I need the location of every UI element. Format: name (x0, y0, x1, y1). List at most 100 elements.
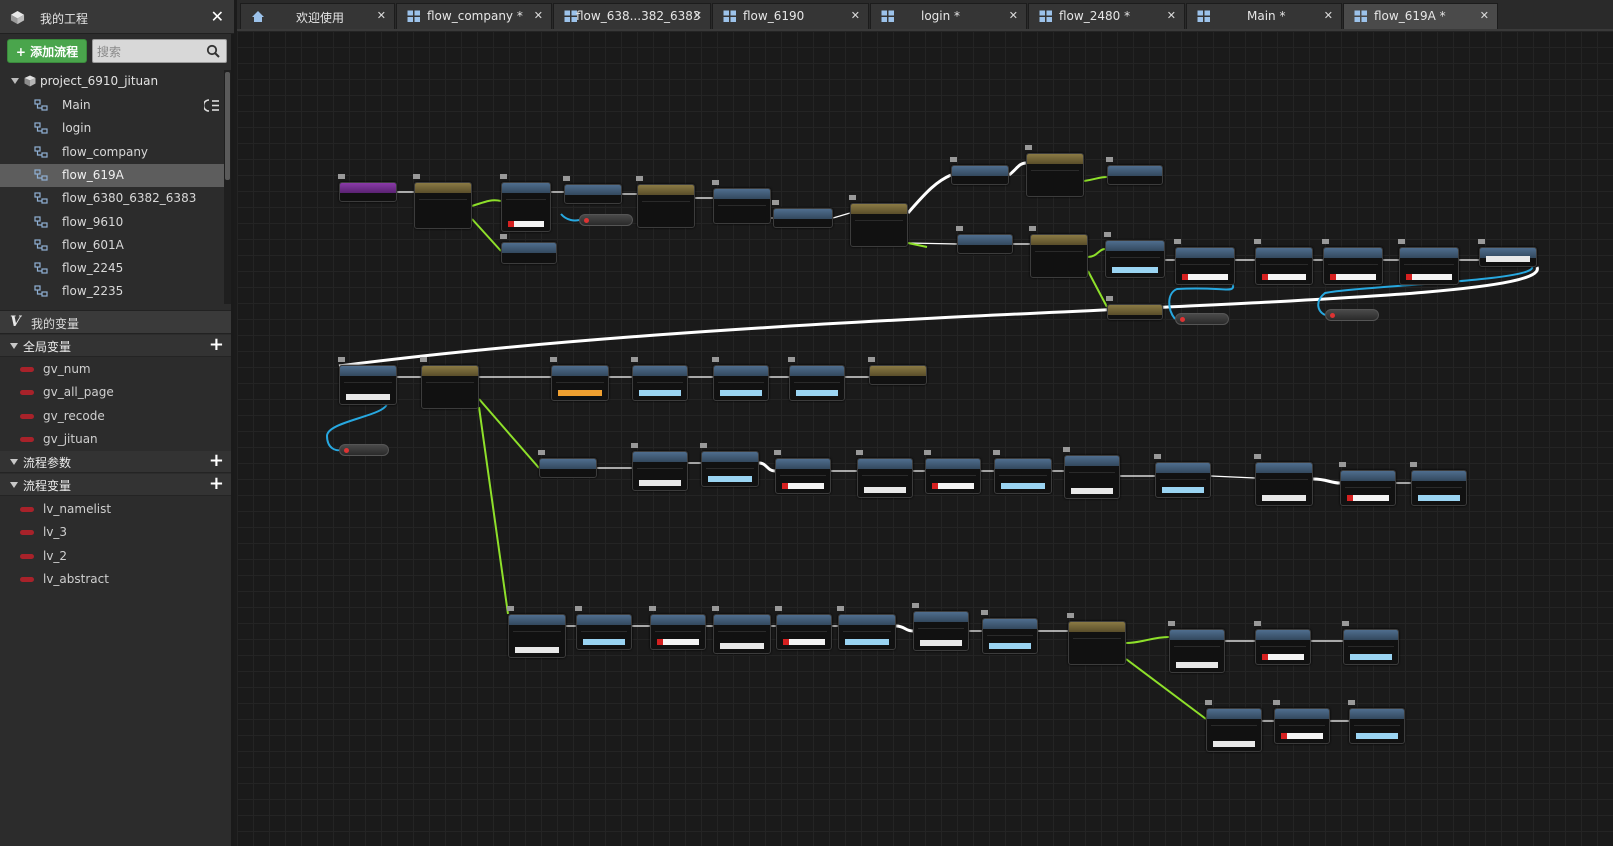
flow-node[interactable] (550, 357, 609, 401)
flow-node[interactable] (1398, 239, 1459, 285)
close-tab-icon[interactable]: ✕ (377, 9, 386, 22)
flow-node[interactable] (500, 174, 551, 232)
tree-item-flow[interactable]: flow_company (0, 141, 224, 164)
canvas-variable-node[interactable] (1325, 309, 1379, 321)
node-value-field[interactable] (864, 487, 906, 493)
flow-node[interactable] (563, 176, 622, 204)
node-value-field[interactable] (720, 390, 762, 396)
node-value-field[interactable] (920, 640, 962, 646)
tree-item-flow[interactable]: flow_2235 (0, 280, 224, 303)
flow-node[interactable] (1254, 239, 1313, 285)
search-icon[interactable] (206, 44, 220, 58)
node-value-field[interactable] (708, 476, 752, 482)
node-value-field[interactable] (845, 639, 889, 645)
node-value-field[interactable] (1162, 487, 1204, 493)
flow-node[interactable] (1348, 700, 1405, 744)
canvas-variable-node[interactable] (1175, 313, 1229, 325)
variable-item[interactable]: gv_all_page (0, 381, 231, 404)
add-global-var-icon[interactable]: + (209, 335, 224, 355)
flow-node[interactable] (1067, 613, 1126, 665)
node-value-field[interactable] (1071, 488, 1113, 494)
node-value-field[interactable] (1262, 274, 1306, 280)
close-tab-icon[interactable]: ✕ (1480, 9, 1489, 22)
variable-item[interactable]: gv_jituan (0, 428, 231, 451)
flow-node[interactable] (1205, 700, 1262, 752)
node-value-field[interactable] (558, 390, 602, 396)
canvas-variable-node[interactable] (579, 214, 633, 226)
flow-node[interactable] (1339, 462, 1396, 506)
expand-triangle-icon[interactable] (10, 459, 18, 465)
node-value-field[interactable] (783, 639, 825, 645)
flow-node[interactable] (912, 603, 969, 651)
flow-node[interactable] (837, 606, 896, 650)
canvas-variable-node[interactable] (339, 444, 389, 456)
node-value-field[interactable] (1213, 741, 1255, 747)
add-flow-button[interactable]: + 添加流程 (7, 39, 87, 63)
node-value-field[interactable] (1406, 274, 1452, 280)
tree-item-flow[interactable]: flow_6380_6382_6383 (0, 187, 224, 210)
node-value-field[interactable] (1356, 733, 1398, 739)
flow-node[interactable] (631, 357, 688, 401)
tab-flow[interactable]: Main * ✕ (1186, 3, 1342, 29)
close-tab-icon[interactable]: ✕ (693, 9, 702, 22)
node-value-field[interactable] (515, 647, 559, 653)
node-value-field[interactable] (346, 394, 390, 400)
close-tab-icon[interactable]: ✕ (1167, 9, 1176, 22)
tree-scrollbar-thumb[interactable] (225, 72, 230, 180)
node-value-field[interactable] (1001, 483, 1045, 489)
flow-node[interactable] (950, 157, 1009, 185)
node-value-field[interactable] (796, 390, 838, 396)
variable-item[interactable]: lv_abstract (0, 568, 231, 591)
flow-node[interactable] (1025, 145, 1084, 197)
variable-item[interactable]: gv_recode (0, 405, 231, 428)
flow-node[interactable] (712, 357, 769, 401)
node-value-field[interactable] (1262, 654, 1304, 660)
close-tab-icon[interactable]: ✕ (1324, 9, 1333, 22)
flow-node[interactable] (575, 606, 632, 650)
main-flow-menu-icon[interactable] (204, 98, 220, 113)
flow-node[interactable] (1254, 621, 1311, 665)
close-icon[interactable]: ✕ (211, 7, 224, 26)
node-value-field[interactable] (989, 643, 1031, 649)
node-value-field[interactable] (1182, 274, 1228, 280)
flow-node[interactable] (856, 450, 913, 498)
tree-project-root[interactable]: project_6910_jituan (0, 70, 224, 92)
add-flow-var-icon[interactable]: + (209, 474, 224, 494)
close-tab-icon[interactable]: ✕ (1009, 9, 1018, 22)
node-value-field[interactable] (657, 639, 699, 645)
flow-node[interactable] (774, 450, 831, 494)
variable-item[interactable]: lv_3 (0, 521, 231, 544)
node-value-field[interactable] (1330, 274, 1376, 280)
tab-flow[interactable]: flow_6190 ✕ (712, 3, 869, 29)
flow-node[interactable] (538, 450, 597, 478)
tab-flow[interactable]: flow_company * ✕ (396, 3, 552, 29)
close-tab-icon[interactable]: ✕ (851, 9, 860, 22)
flow-node[interactable] (772, 200, 833, 228)
search-input[interactable] (97, 43, 202, 61)
flow-node[interactable] (1154, 454, 1211, 498)
node-value-field[interactable] (1350, 654, 1392, 660)
flow-node[interactable] (849, 195, 908, 247)
variable-item[interactable]: gv_num (0, 358, 231, 381)
flow-node[interactable] (1254, 454, 1313, 506)
tab-flow[interactable]: flow_638...382_6383 ✕ (553, 3, 711, 29)
tab-flow[interactable]: flow_619A * ✕ (1343, 3, 1498, 29)
tab-flow[interactable]: login * ✕ (870, 3, 1027, 29)
flow-node[interactable] (700, 443, 759, 487)
flow-node[interactable] (1104, 232, 1165, 278)
flow-node[interactable] (1063, 447, 1120, 499)
flow-node[interactable] (631, 443, 688, 491)
flow-node[interactable] (1322, 239, 1383, 285)
node-value-field[interactable] (583, 639, 625, 645)
global-vars-header[interactable]: 全局变量 + (0, 335, 231, 357)
flow-canvas[interactable] (237, 31, 1613, 846)
tab-welcome[interactable]: 欢迎使用 ✕ (240, 3, 395, 29)
tree-item-flow[interactable]: Main (0, 94, 224, 117)
flow-node[interactable] (500, 234, 557, 264)
tab-flow[interactable]: flow_2480 * ✕ (1028, 3, 1185, 29)
flow-node[interactable] (981, 610, 1038, 654)
flow-vars-header[interactable]: 流程变量 + (0, 474, 231, 496)
flow-node[interactable] (507, 606, 566, 658)
node-value-field[interactable] (639, 390, 681, 396)
node-value-field[interactable] (1486, 256, 1530, 262)
